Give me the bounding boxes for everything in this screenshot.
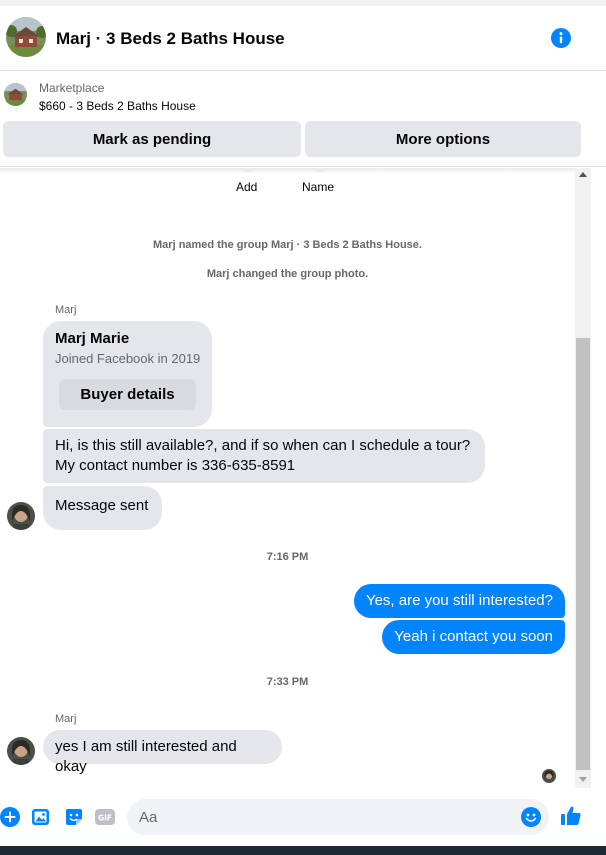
scrollbar-thumb[interactable] bbox=[576, 338, 590, 770]
add-label: Add bbox=[236, 180, 258, 194]
message-bubble[interactable]: yes I am still interested and okay bbox=[43, 730, 282, 775]
message-thread: Add Name Marj named the group Marj · 3 B… bbox=[0, 168, 575, 788]
conversation-title: Marj · 3 Beds 2 Baths House bbox=[56, 29, 285, 48]
emoji-icon[interactable] bbox=[521, 807, 541, 827]
buyer-joined-text: Joined Facebook in 2019 bbox=[55, 351, 201, 366]
buyer-details-button[interactable]: Buyer details bbox=[59, 379, 196, 410]
conversation-header: Marj · 3 Beds 2 Baths House bbox=[0, 0, 606, 71]
sender-avatar[interactable] bbox=[7, 502, 35, 530]
system-message: Marj changed the group photo. bbox=[206, 268, 369, 280]
sent-message-bubble[interactable]: Yes, are you still interested? bbox=[353, 584, 565, 618]
thread-scrollbar[interactable] bbox=[575, 168, 591, 788]
scroll-down-arrow-icon[interactable] bbox=[579, 777, 587, 782]
message-input-box[interactable] bbox=[127, 799, 549, 835]
info-icon[interactable] bbox=[551, 28, 571, 48]
message-input[interactable] bbox=[139, 807, 509, 827]
timestamp: 7:33 PM bbox=[266, 676, 309, 688]
plus-icon[interactable] bbox=[0, 807, 20, 827]
more-options-button[interactable]: More options bbox=[305, 121, 581, 157]
scroll-shadow bbox=[0, 168, 575, 174]
sender-name: Marj bbox=[55, 304, 77, 316]
sent-message-bubble[interactable]: Yeah i contact you soon bbox=[382, 620, 565, 654]
sticker-icon[interactable] bbox=[64, 807, 84, 827]
marketplace-listing-bar: Marketplace $660 - 3 Beds 2 Baths House … bbox=[0, 71, 606, 167]
sender-avatar[interactable] bbox=[7, 737, 35, 765]
message-text-line: My contact number is 336-635-8591 bbox=[55, 457, 296, 474]
thumbs-up-icon[interactable] bbox=[560, 805, 582, 827]
mark-as-pending-button[interactable]: Mark as pending bbox=[3, 121, 301, 157]
buyer-profile-card: Marj Marie Joined Facebook in 2019 Buyer… bbox=[43, 321, 212, 427]
message-bubble[interactable]: Hi, is this still available?, and if so … bbox=[43, 429, 485, 483]
sender-name: Marj bbox=[55, 713, 77, 725]
marketplace-label: Marketplace bbox=[39, 81, 105, 95]
listing-thumbnail[interactable] bbox=[4, 83, 27, 106]
gif-icon[interactable]: GIF bbox=[95, 807, 115, 827]
name-label: Name bbox=[302, 180, 335, 194]
system-message: Marj named the group Marj · 3 Beds 2 Bat… bbox=[153, 239, 422, 251]
photo-icon[interactable] bbox=[31, 807, 51, 827]
message-text-line: Hi, is this still available?, and if so … bbox=[55, 437, 471, 454]
buyer-name: Marj Marie bbox=[55, 330, 130, 347]
message-bubble[interactable]: Message sent bbox=[43, 486, 162, 530]
scroll-up-arrow-icon[interactable] bbox=[579, 172, 587, 177]
group-photo-avatar[interactable] bbox=[6, 17, 46, 57]
message-composer: GIF bbox=[0, 793, 606, 843]
seen-indicator-avatar bbox=[542, 769, 556, 783]
gif-label: GIF bbox=[98, 814, 112, 823]
listing-title[interactable]: $660 - 3 Beds 2 Baths House bbox=[39, 99, 196, 113]
taskbar-strip bbox=[0, 846, 606, 855]
timestamp: 7:16 PM bbox=[266, 551, 309, 563]
